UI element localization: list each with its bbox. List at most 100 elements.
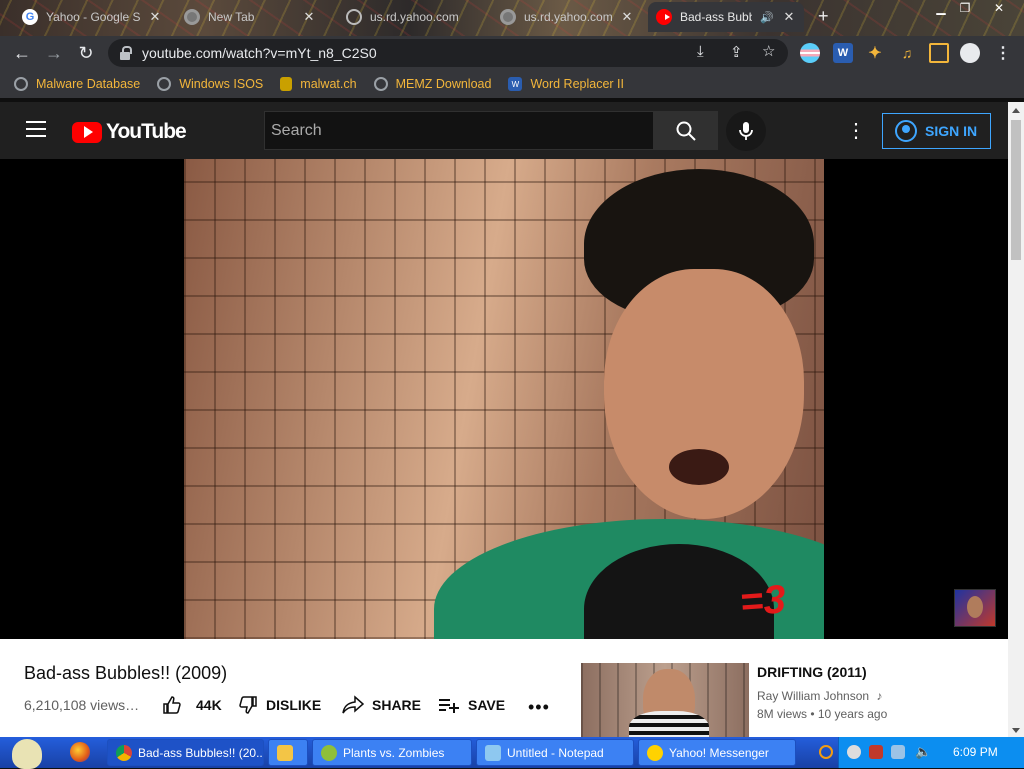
google-icon: G: [22, 9, 38, 25]
address-bar[interactable]: youtube.com/watch?v=mYt_n8_C2S0: [108, 39, 788, 67]
search-input[interactable]: Search: [264, 111, 654, 150]
scroll-down-arrow-icon[interactable]: [1012, 728, 1020, 733]
back-arrow-icon[interactable]: ←: [6, 37, 38, 69]
scrollbar-thumb[interactable]: [1011, 120, 1021, 260]
network-alert-icon[interactable]: [869, 745, 883, 759]
extensions-puzzle-icon[interactable]: ✦: [865, 43, 885, 63]
taskbar-item-label: Untitled - Notepad: [507, 745, 604, 760]
dislike-button[interactable]: DISLIKE: [238, 695, 321, 715]
like-count: 44K: [196, 697, 222, 713]
restore-icon[interactable]: ❐: [954, 0, 976, 16]
save-button[interactable]: SAVE: [438, 695, 505, 715]
tab-yahoo-redirect-2[interactable]: us.rd.yahoo.com ✕: [492, 2, 642, 32]
install-app-icon[interactable]: ⤓: [697, 43, 704, 60]
bookmark-word-replacer[interactable]: W Word Replacer II: [508, 77, 624, 91]
playlist-add-icon: [439, 699, 459, 713]
taskbar-item-chrome[interactable]: Bad-ass Bubbles!! (20...: [107, 739, 264, 766]
share-arrow-icon: [342, 695, 364, 714]
start-button[interactable]: [4, 737, 50, 769]
taskbar-item-label: Plants vs. Zombies: [343, 745, 445, 760]
bug-icon: [280, 77, 293, 91]
windows-taskbar: Bad-ass Bubbles!! (20... Plants vs. Zomb…: [0, 737, 1024, 769]
voice-search-button[interactable]: [726, 111, 766, 151]
recommended-video-thumbnail[interactable]: [581, 663, 749, 737]
new-tab-button[interactable]: +: [818, 6, 829, 27]
youtube-logo[interactable]: YouTube: [72, 120, 187, 144]
close-tab-icon[interactable]: ✕: [782, 9, 796, 25]
taskbar-clock[interactable]: 6:09 PM: [953, 745, 998, 759]
share-icon[interactable]: ⇪: [730, 43, 743, 61]
yahoo-messenger-icon: [647, 744, 663, 761]
bookmark-malware-database[interactable]: Malware Database: [14, 77, 140, 91]
tray-app-icon[interactable]: [847, 745, 861, 759]
side-panel-icon[interactable]: [929, 43, 949, 63]
close-tab-icon[interactable]: ✕: [620, 9, 634, 25]
tab-title: us.rd.yahoo.com: [370, 10, 459, 24]
media-control-icon[interactable]: ♫: [897, 43, 917, 63]
lock-icon[interactable]: [120, 46, 132, 60]
profile-avatar-icon[interactable]: [960, 43, 980, 63]
tab-title: Yahoo - Google Se: [46, 10, 140, 24]
sign-in-button[interactable]: SIGN IN: [882, 113, 991, 149]
video-frame[interactable]: =3: [184, 159, 824, 639]
bookmark-malwatch[interactable]: malwat.ch: [280, 77, 357, 91]
bookmark-windows-isos[interactable]: Windows ISOS: [157, 77, 263, 91]
share-button[interactable]: SHARE: [342, 695, 421, 715]
page-scrollbar[interactable]: [1008, 102, 1024, 737]
chrome-menu-icon[interactable]: ⋮: [993, 43, 1013, 63]
tab-google-search[interactable]: G Yahoo - Google Se ✕: [14, 2, 170, 32]
recommended-video-meta: 8M views • 10 years ago: [757, 707, 888, 721]
bookmark-memz-download[interactable]: MEMZ Download: [373, 77, 492, 91]
forward-arrow-icon[interactable]: →: [38, 37, 70, 69]
dislike-label: DISLIKE: [266, 697, 322, 713]
more-actions-icon[interactable]: •••: [528, 697, 550, 718]
minimize-icon[interactable]: ▁: [930, 0, 952, 16]
taskbar-item-yahoo-messenger[interactable]: Yahoo! Messenger: [638, 739, 796, 766]
chrome-icon: [116, 744, 132, 761]
video-player[interactable]: =3: [0, 159, 1008, 639]
speaker-icon[interactable]: 🔊: [760, 11, 774, 24]
firefox-icon[interactable]: [70, 742, 90, 762]
tab-yahoo-redirect-1[interactable]: us.rd.yahoo.com: [338, 2, 488, 32]
globe-icon: [157, 77, 172, 91]
sign-in-label: SIGN IN: [925, 123, 978, 139]
bookmark-label: MEMZ Download: [395, 77, 492, 91]
scroll-up-arrow-icon[interactable]: [1012, 108, 1020, 113]
close-tab-icon[interactable]: ✕: [302, 9, 316, 25]
recommended-channel-name[interactable]: Ray William Johnson ♪: [757, 689, 882, 703]
search-placeholder: Search: [271, 122, 322, 139]
flag-extension-icon[interactable]: [800, 43, 820, 63]
chrome-icon: [500, 9, 516, 25]
recommended-video-title[interactable]: DRIFTING (2011): [757, 664, 867, 680]
taskbar-item-label: Yahoo! Messenger: [669, 745, 769, 760]
safely-remove-hardware-icon[interactable]: [891, 745, 905, 759]
chrome-icon: [184, 9, 200, 25]
start-orb-icon: [12, 739, 42, 769]
taskbar-item-plants-vs-zombies[interactable]: Plants vs. Zombies: [312, 739, 472, 766]
reload-icon[interactable]: ↻: [70, 37, 102, 69]
music-note-icon: ♪: [876, 689, 883, 703]
youtube-icon: [656, 9, 672, 25]
tab-title: us.rd.yahoo.com: [524, 10, 612, 24]
close-tab-icon[interactable]: ✕: [148, 9, 162, 25]
hamburger-menu-icon[interactable]: [26, 121, 46, 137]
word-replacer-icon: W: [508, 77, 523, 91]
channel-watermark-thumbnail[interactable]: [954, 589, 996, 627]
volume-icon[interactable]: 🔈: [915, 745, 931, 759]
bookmark-star-icon[interactable]: ☆: [762, 42, 775, 60]
tab-youtube-active[interactable]: Bad-ass Bubb 🔊 ✕: [648, 2, 804, 32]
view-count[interactable]: 6,210,108 views…: [24, 697, 139, 713]
close-window-icon[interactable]: ✕: [988, 0, 1010, 16]
search-tray-icon[interactable]: [819, 745, 833, 759]
search-button[interactable]: [654, 111, 718, 150]
like-button[interactable]: 44K: [162, 695, 222, 715]
settings-kebab-icon[interactable]: ⋮: [846, 121, 866, 141]
taskbar-item-notepad[interactable]: Untitled - Notepad: [476, 739, 634, 766]
tab-new-tab[interactable]: New Tab ✕: [176, 2, 324, 32]
taskbar-item-folder[interactable]: [268, 739, 308, 766]
thumbs-down-icon: [239, 696, 257, 714]
word-replacer-extension-icon[interactable]: W: [833, 43, 853, 63]
account-circle-icon: [895, 120, 917, 142]
url-text[interactable]: youtube.com/watch?v=mYt_n8_C2S0: [142, 45, 377, 61]
globe-icon: [14, 77, 28, 91]
